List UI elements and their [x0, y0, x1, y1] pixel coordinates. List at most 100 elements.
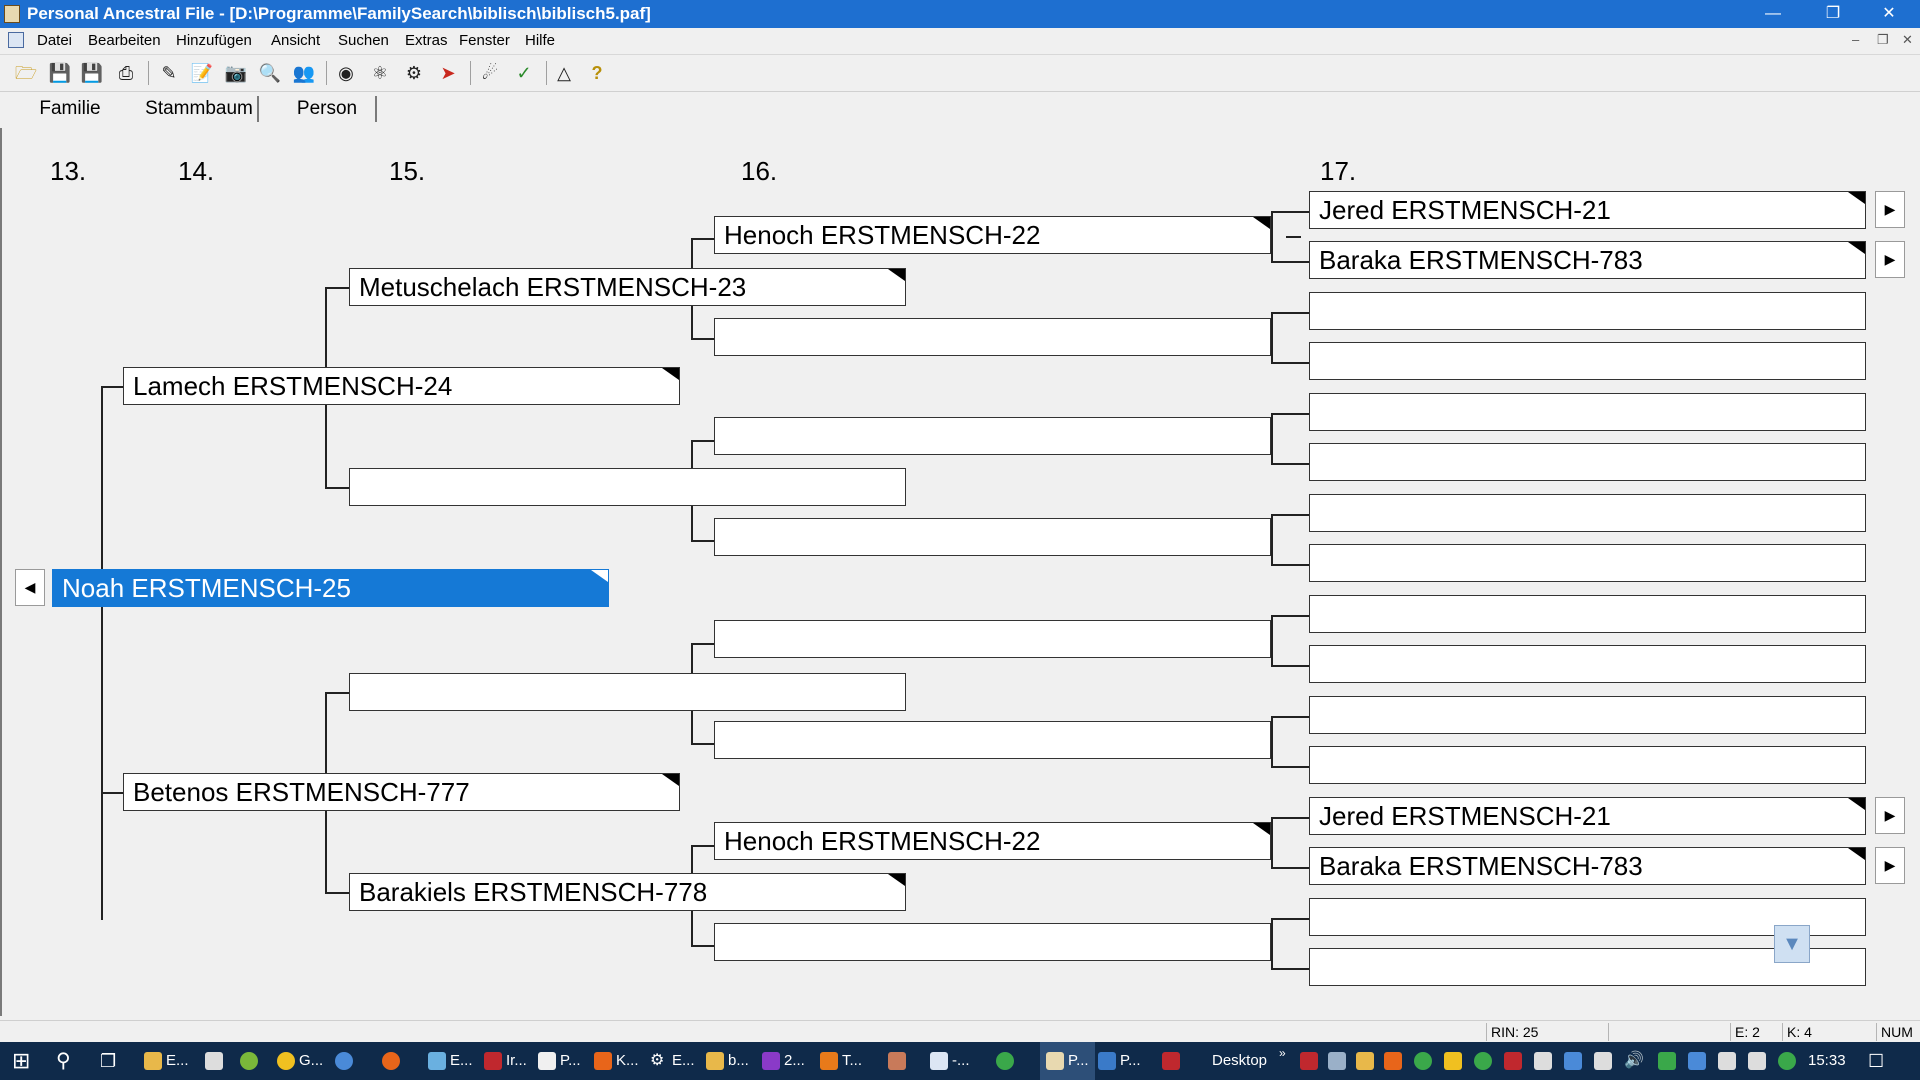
taskbar-app-ir[interactable]: Ir... [484, 1042, 527, 1080]
person-box-gen16-empty[interactable] [714, 923, 1271, 961]
tray-app-icon[interactable] [1444, 1052, 1462, 1070]
find-icon[interactable]: 🔍 [258, 61, 282, 85]
mdi-document-icon[interactable] [8, 32, 24, 48]
menu-hilfe[interactable]: Hilfe [525, 32, 555, 49]
person-box-root[interactable]: Noah ERSTMENSCH-25 [52, 569, 609, 607]
menu-bearbeiten[interactable]: Bearbeiten [88, 32, 161, 49]
person-box-gen17-empty[interactable] [1309, 746, 1866, 784]
person-box-gen17[interactable]: Baraka ERSTMENSCH-783 [1309, 847, 1866, 885]
chevron-right-icon[interactable]: » [1279, 1042, 1286, 1080]
tray-app-icon[interactable] [1384, 1052, 1402, 1070]
tray-network-icon[interactable] [1594, 1052, 1612, 1070]
taskbar-app-paf-active[interactable]: P... [1040, 1042, 1095, 1080]
person-box-gen15-empty[interactable] [349, 468, 906, 506]
menu-suchen[interactable]: Suchen [338, 32, 389, 49]
taskbar-app-k[interactable]: K... [594, 1042, 639, 1080]
person-box-gen16[interactable]: Henoch ERSTMENSCH-22 [714, 822, 1271, 860]
person-box-gen17-empty[interactable] [1309, 645, 1866, 683]
tray-app-icon[interactable] [1778, 1052, 1796, 1070]
notification-icon[interactable]: ☐ [1868, 1042, 1884, 1080]
tab-familie[interactable]: Familie [25, 94, 115, 124]
close-icon[interactable]: ✕ [1866, 0, 1912, 28]
person-box-gen17[interactable]: Baraka ERSTMENSCH-783 [1309, 241, 1866, 279]
tray-chrome-icon[interactable] [1414, 1052, 1432, 1070]
person-box-gen15[interactable]: Barakiels ERSTMENSCH-778 [349, 873, 906, 911]
taskbar-app-g[interactable]: G... [277, 1042, 323, 1080]
taskbar-app-2[interactable]: 2... [762, 1042, 805, 1080]
tray-app-icon[interactable] [1328, 1052, 1346, 1070]
restore-icon[interactable]: ❐ [1810, 0, 1856, 28]
navigate-icon[interactable]: ☄ [478, 61, 502, 85]
person-box-gen16-empty[interactable] [714, 620, 1271, 658]
clock[interactable]: 15:33 [1808, 1042, 1846, 1080]
mdi-close-icon[interactable]: ✕ [1902, 32, 1913, 48]
match-merge-icon[interactable]: 👥 [292, 61, 316, 85]
person-box-gen14[interactable]: Betenos ERSTMENSCH-777 [123, 773, 680, 811]
taskbar-app-pm[interactable]: P... [1098, 1042, 1141, 1080]
tray-app-icon[interactable] [1718, 1052, 1736, 1070]
navigate-forward-arrow[interactable]: ▶ [1875, 241, 1905, 278]
sources-icon[interactable]: ✓ [512, 61, 536, 85]
search-icon[interactable]: ⚛ [368, 61, 392, 85]
export-icon[interactable]: ➤ [436, 61, 460, 85]
tray-folder-icon[interactable] [1356, 1052, 1374, 1070]
person-box-gen17[interactable]: Jered ERSTMENSCH-21 [1309, 797, 1866, 835]
menu-datei[interactable]: Datei [37, 32, 72, 49]
tray-shield-icon[interactable] [1504, 1052, 1522, 1070]
scroll-down-icon[interactable]: ▼ [1774, 925, 1810, 963]
tray-app-icon[interactable] [1658, 1052, 1676, 1070]
search-icon[interactable]: ⚲ [56, 1042, 71, 1080]
tray-app-icon[interactable] [1688, 1052, 1706, 1070]
desktop-toolbar-label[interactable]: Desktop [1212, 1042, 1267, 1080]
taskbar-app-e2[interactable]: E... [428, 1042, 473, 1080]
taskbar-app-p1[interactable]: P... [538, 1042, 581, 1080]
task-view-icon[interactable]: ❐ [100, 1042, 116, 1080]
person-box-gen17-empty[interactable] [1309, 494, 1866, 532]
person-box-gen16-empty[interactable] [714, 518, 1271, 556]
taskbar-app-chrome[interactable] [996, 1042, 1018, 1080]
help-icon[interactable]: ? [585, 61, 609, 85]
save-icon[interactable]: 💾 [48, 61, 72, 85]
menu-ansicht[interactable]: Ansicht [271, 32, 320, 49]
tray-cloud-icon[interactable] [1748, 1052, 1766, 1070]
person-box-gen15[interactable]: Metuschelach ERSTMENSCH-23 [349, 268, 906, 306]
person-box-gen17-empty[interactable] [1309, 342, 1866, 380]
edit-individual-icon[interactable]: ✎ [157, 61, 181, 85]
app-icon[interactable] [4, 5, 20, 23]
tray-filezilla-icon[interactable] [1300, 1052, 1318, 1070]
notes-icon[interactable]: 📝 [190, 61, 214, 85]
taskbar-app-explorer[interactable]: E... [144, 1042, 189, 1080]
mdi-restore-icon[interactable]: ❐ [1877, 32, 1889, 48]
navigate-forward-arrow[interactable]: ▶ [1875, 191, 1905, 228]
person-box-gen16-empty[interactable] [714, 721, 1271, 759]
start-icon[interactable]: ⊞ [12, 1042, 30, 1080]
tab-person[interactable]: Person [272, 94, 382, 124]
tray-app-icon[interactable] [1474, 1052, 1492, 1070]
menu-fenster[interactable]: Fenster [459, 32, 510, 49]
navigate-forward-arrow[interactable]: ▶ [1875, 797, 1905, 834]
camera-icon[interactable]: 📷 [224, 61, 248, 85]
person-box-gen17-empty[interactable] [1309, 393, 1866, 431]
open-folder-icon[interactable]: 🗁 [14, 61, 38, 85]
navigate-back-arrow[interactable]: ◀ [15, 569, 45, 606]
print-icon[interactable]: ⎙ [114, 61, 138, 85]
taskbar-app-b[interactable]: b... [706, 1042, 749, 1080]
tray-battery-icon[interactable] [1534, 1052, 1552, 1070]
research-icon[interactable]: ⚙ [402, 61, 426, 85]
tray-volume-icon[interactable]: 🔊 [1624, 1052, 1644, 1070]
save-as-icon[interactable]: 💾 [80, 61, 104, 85]
person-box-gen16-empty[interactable] [714, 417, 1271, 455]
taskbar-app-green[interactable] [240, 1042, 262, 1080]
binoculars-icon[interactable]: ◉ [334, 61, 358, 85]
minimize-icon[interactable]: — [1750, 0, 1796, 28]
person-box-gen16[interactable]: Henoch ERSTMENSCH-22 [714, 216, 1271, 254]
family-tree-icon[interactable]: △ [552, 61, 576, 85]
person-box-gen17-empty[interactable] [1309, 292, 1866, 330]
person-box-gen16-empty[interactable] [714, 318, 1271, 356]
taskbar-app-dash[interactable]: -... [930, 1042, 970, 1080]
taskbar-app-settings[interactable]: ⚙ E... [650, 1042, 695, 1080]
mdi-minimize-icon[interactable]: – [1852, 32, 1859, 47]
person-box-gen17-empty[interactable] [1309, 544, 1866, 582]
tab-stammbaum[interactable]: Stammbaum [132, 94, 266, 124]
person-box-gen14[interactable]: Lamech ERSTMENSCH-24 [123, 367, 680, 405]
